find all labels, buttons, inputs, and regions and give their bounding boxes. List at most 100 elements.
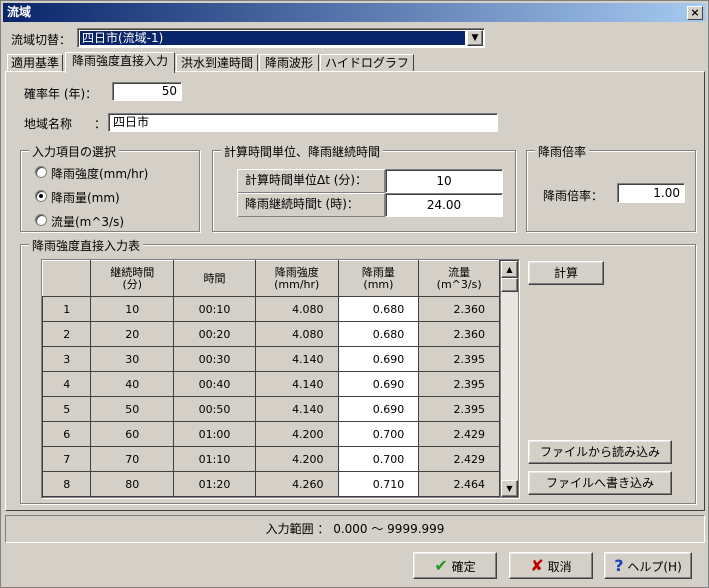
row-number-cell: 6: [42, 421, 92, 447]
basin-dialog: 流域 × 流域切替： 四日市(流域-1) ▼ 適用基準 降雨強度直接入力 洪水到…: [0, 0, 709, 588]
time-cell: 01:10: [173, 446, 256, 472]
save-file-button[interactable]: ファイルへ書き込み: [528, 471, 672, 495]
time-cell: 00:50: [173, 396, 256, 422]
tab-panel: 確率年 (年)： 50 地域名称 ： 四日市 入力項目の選択 降雨強度(mm/h…: [5, 71, 705, 511]
time-cell: 00:30: [173, 346, 256, 372]
table-row: 8 80 01:20 4.260 0.710 2.464: [42, 471, 500, 497]
basin-switch-label: 流域切替：: [11, 33, 72, 47]
time-cell: 00:40: [173, 371, 256, 397]
close-button[interactable]: ×: [687, 6, 703, 20]
basin-switch-value: 四日市(流域-1): [80, 31, 465, 45]
title-bar: 流域 ×: [3, 3, 706, 22]
ok-button[interactable]: ✔ 確定: [413, 552, 497, 579]
rainfall-cell[interactable]: 0.710: [337, 471, 420, 497]
flow-cell[interactable]: 2.360: [418, 321, 500, 347]
radio-button[interactable]: [35, 166, 47, 178]
flow-cell[interactable]: 2.395: [418, 396, 500, 422]
check-icon: ✔: [434, 556, 448, 575]
rainfall-cell[interactable]: 0.700: [337, 446, 420, 472]
header-intensity-text: 降雨強度 (mm/hr): [274, 265, 320, 291]
rain-factor-label: 降雨倍率：: [543, 189, 604, 203]
rain-table-title: 降雨強度直接入力表: [29, 237, 144, 254]
flow-cell[interactable]: 2.429: [418, 446, 500, 472]
duration-cell: 80: [90, 471, 175, 497]
intensity-cell[interactable]: 4.260: [254, 471, 339, 497]
window-title: 流域: [7, 5, 32, 19]
intensity-cell[interactable]: 4.140: [254, 396, 339, 422]
help-question-icon: ?: [614, 556, 624, 575]
cancel-button[interactable]: ✘ 取消: [509, 552, 593, 579]
calc-time-title: 計算時間単位、降雨継続時間: [221, 143, 384, 160]
intensity-cell[interactable]: 4.200: [254, 421, 339, 447]
table-row: 2 20 00:20 4.080 0.680 2.360: [42, 321, 500, 347]
col-header-flow: 流量 (m^3/s): [418, 260, 500, 297]
rain-factor-title: 降雨倍率: [535, 143, 590, 160]
intensity-cell[interactable]: 4.140: [254, 371, 339, 397]
radio-button[interactable]: [35, 214, 47, 226]
rain-duration-field[interactable]: 24.00: [385, 193, 503, 217]
row-number-cell: 5: [42, 396, 92, 422]
rain-duration-label: 降雨継続時間t (時)：: [237, 193, 385, 217]
calc-time-group: 計算時間単位、降雨継続時間 計算時間単位Δt (分)： 10 降雨継続時間t (…: [212, 143, 516, 232]
intensity-cell[interactable]: 4.080: [254, 296, 339, 322]
close-icon: ×: [690, 6, 700, 19]
flow-cell[interactable]: 2.360: [418, 296, 500, 322]
calc-time-unit-field[interactable]: 10: [385, 169, 503, 193]
rainfall-cell[interactable]: 0.690: [337, 396, 420, 422]
rain-factor-field[interactable]: 1.00: [617, 183, 685, 203]
intensity-cell[interactable]: 4.200: [254, 446, 339, 472]
row-number-cell: 7: [42, 446, 92, 472]
help-button[interactable]: ? ヘルプ(H): [604, 552, 692, 579]
time-cell: 01:20: [173, 471, 256, 497]
duration-cell: 60: [90, 421, 175, 447]
table-row: 4 40 00:40 4.140 0.690 2.395: [42, 371, 500, 397]
flow-cell[interactable]: 2.395: [418, 346, 500, 372]
tab-hydrograph[interactable]: ハイドログラフ: [320, 54, 414, 72]
basin-switch-select[interactable]: 四日市(流域-1) ▼: [77, 28, 485, 48]
input-selection-title: 入力項目の選択: [29, 143, 120, 160]
region-name-field[interactable]: 四日市: [108, 113, 498, 132]
rainfall-cell[interactable]: 0.680: [337, 296, 420, 322]
rain-table: 継続時間 (分) 時間 降雨強度 (mm/hr) 降雨量 (mm) 流量 (m^3/s)…: [42, 260, 500, 497]
input-range-text: 入力範囲 ： 0.000 ～ 9999.999: [265, 522, 445, 536]
duration-cell: 50: [90, 396, 175, 422]
table-row: 6 60 01:00 4.200 0.700 2.429: [42, 421, 500, 447]
cancel-x-icon: ✘: [530, 556, 544, 575]
scroll-down-icon[interactable]: ▼: [501, 480, 518, 497]
header-rainfall-text: 降雨量 (mm): [361, 265, 395, 291]
flow-cell[interactable]: 2.464: [418, 471, 500, 497]
radio-button[interactable]: [35, 190, 47, 202]
table-scrollbar[interactable]: ▲ ▼: [501, 261, 518, 497]
duration-cell: 30: [90, 346, 175, 372]
chevron-down-icon[interactable]: ▼: [467, 30, 483, 46]
scroll-thumb[interactable]: [501, 278, 518, 292]
duration-cell: 20: [90, 321, 175, 347]
rainfall-cell[interactable]: 0.690: [337, 371, 420, 397]
region-name-colon: ：: [94, 117, 107, 131]
col-header-rainfall: 降雨量 (mm): [337, 260, 420, 297]
probability-year-field[interactable]: 50: [112, 82, 182, 101]
rainfall-cell[interactable]: 0.680: [337, 321, 420, 347]
table-row: 3 30 00:30 4.140 0.690 2.395: [42, 346, 500, 372]
row-number-cell: 3: [42, 346, 92, 372]
load-file-button[interactable]: ファイルから読み込み: [528, 440, 672, 464]
table-row: 7 70 01:10 4.200 0.700 2.429: [42, 446, 500, 472]
tab-rain-intensity-input[interactable]: 降雨強度直接入力: [65, 52, 175, 73]
tab-rain-waveform[interactable]: 降雨波形: [259, 54, 319, 72]
rainfall-cell[interactable]: 0.700: [337, 421, 420, 447]
row-number-cell: 4: [42, 371, 92, 397]
time-cell: 00:10: [173, 296, 256, 322]
flow-cell[interactable]: 2.395: [418, 371, 500, 397]
scroll-up-icon[interactable]: ▲: [501, 261, 518, 278]
col-header-intensity: 降雨強度 (mm/hr): [254, 260, 339, 297]
probability-year-label: 確率年 (年)：: [24, 87, 98, 101]
rainfall-cell[interactable]: 0.690: [337, 346, 420, 372]
corner-cell: [42, 260, 92, 297]
intensity-cell[interactable]: 4.080: [254, 321, 339, 347]
calc-button[interactable]: 計算: [528, 261, 604, 285]
tab-applied-standard[interactable]: 適用基準: [7, 54, 63, 72]
flow-cell[interactable]: 2.429: [418, 421, 500, 447]
tab-flood-arrival-time[interactable]: 洪水到達時間: [176, 54, 258, 72]
rain-factor-group: 降雨倍率 降雨倍率： 1.00: [526, 143, 696, 232]
intensity-cell[interactable]: 4.140: [254, 346, 339, 372]
